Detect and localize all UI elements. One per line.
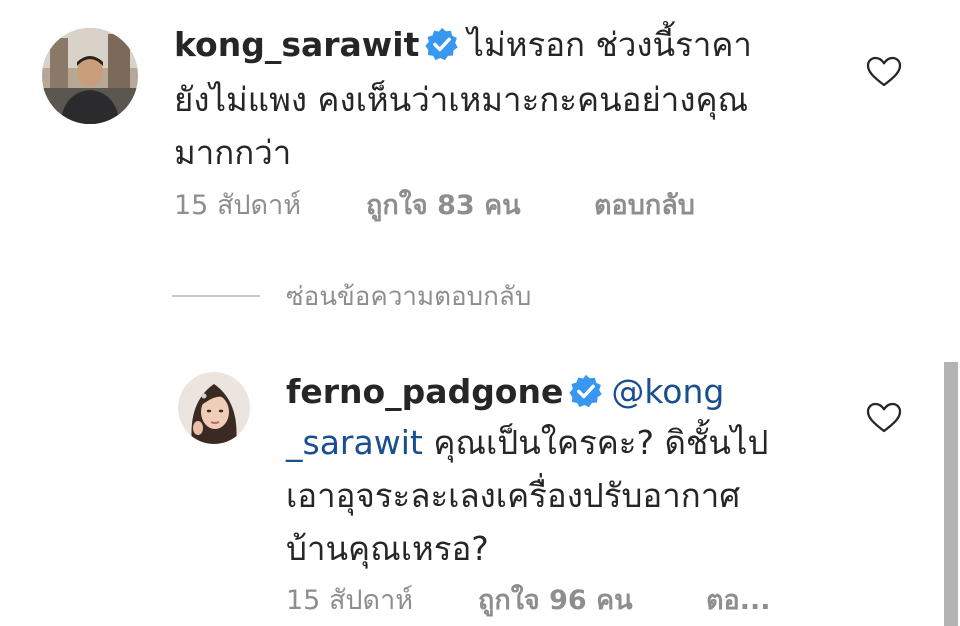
- profile-photo-woman-icon: [178, 372, 250, 444]
- reply-label: ตอ...: [706, 585, 771, 616]
- reply-time: 15 สัปดาห์: [286, 585, 414, 616]
- reply-likes-link[interactable]: ถูกใจ 96 คน: [478, 581, 633, 621]
- comment-reply-button[interactable]: ตอบกลับ: [594, 186, 695, 226]
- hide-replies-label: ซ่อนข้อความตอบกลับ: [286, 281, 532, 312]
- reply-reply-button[interactable]: ตอ...: [706, 581, 771, 621]
- divider-line: [172, 295, 260, 297]
- verified-badge-icon: [569, 374, 603, 408]
- avatar-ferno-padgone[interactable]: [178, 372, 250, 444]
- mention-link-continued[interactable]: _sarawit: [286, 423, 423, 462]
- verified-badge-icon: [425, 27, 459, 61]
- reply-label: ตอบกลับ: [594, 190, 695, 221]
- reply-line-1: ferno_padgone @kong: [286, 367, 724, 417]
- reply-line-4: บ้านคุณเหรอ?: [286, 529, 489, 568]
- comment-likes: ถูกใจ 83 คน: [366, 190, 521, 221]
- comment-likes-link[interactable]: ถูกใจ 83 คน: [366, 186, 521, 226]
- comment-username[interactable]: kong_sarawit: [174, 25, 419, 64]
- reply-text: คุณเป็นใครคะ? ดิชั้นไป: [433, 423, 769, 462]
- comment-time: 15 สัปดาห์: [174, 190, 302, 221]
- hide-replies-toggle[interactable]: ซ่อนข้อความตอบกลับ: [172, 276, 531, 316]
- reply-username[interactable]: ferno_padgone: [286, 372, 563, 411]
- scrollbar[interactable]: [944, 362, 958, 626]
- like-heart-icon[interactable]: [866, 402, 902, 434]
- like-heart-icon[interactable]: [866, 56, 902, 88]
- avatar-kong-sarawit[interactable]: [42, 28, 138, 124]
- reply-likes: ถูกใจ 96 คน: [478, 585, 633, 616]
- reply-line-2: _sarawit คุณเป็นใครคะ? ดิชั้นไป: [286, 418, 768, 468]
- comment-line-2: ยังไม่แพง คงเห็นว่าเหมาะกะคนอย่างคุณ: [174, 80, 749, 119]
- reply-line-3: เอาอุจระละเลงเครื่องปรับอากาศ: [286, 476, 741, 515]
- profile-photo-man-icon: [42, 28, 138, 124]
- comment-line-3: มากกว่า: [174, 133, 292, 172]
- mention-link[interactable]: @kong: [611, 372, 724, 411]
- comment-text: ไม่หรอก ช่วงนี้ราคา: [467, 25, 752, 64]
- comment-line-1: kong_sarawit ไม่หรอก ช่วงนี้ราคา: [174, 20, 752, 70]
